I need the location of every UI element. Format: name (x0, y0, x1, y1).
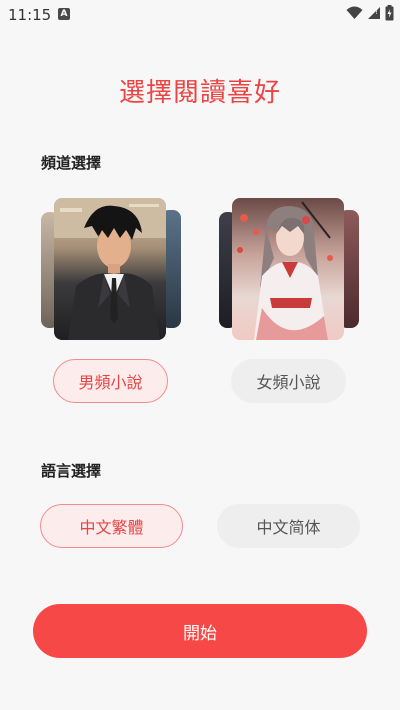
female-novel-label: 女頻小說 (256, 373, 321, 392)
battery-charging-icon (385, 5, 394, 21)
female-novel-cover (232, 198, 344, 340)
app-screen: 11:15 A ! 選擇閱讀喜好 頻道選擇 男頻小說 女頻小說 語言選擇 中文繁… (0, 0, 400, 710)
page-title: 選擇閱讀喜好 (118, 78, 281, 108)
male-novel-cover (54, 198, 166, 340)
simplified-chinese-option[interactable]: 中文简体 (217, 504, 360, 548)
male-novel-label: 男頻小說 (78, 373, 143, 392)
female-novel-option[interactable]: 女頻小說 (231, 359, 346, 403)
male-character-illustration (54, 198, 166, 340)
status-bar: 11:15 A ! (0, 0, 400, 30)
channel-section-label: 頻道選擇 (41, 154, 102, 172)
bottom-edge (0, 706, 400, 710)
male-novel-option[interactable]: 男頻小說 (53, 359, 168, 403)
notification-icon: A (58, 8, 70, 20)
male-cover-stack[interactable] (41, 198, 181, 340)
female-character-illustration (237, 201, 333, 340)
start-button[interactable]: 開始 (33, 604, 367, 658)
status-time: 11:15 (8, 6, 52, 24)
system-icons: ! (346, 5, 394, 21)
traditional-chinese-option[interactable]: 中文繁體 (40, 504, 183, 548)
svg-text:!: ! (375, 8, 378, 16)
traditional-chinese-label: 中文繁體 (79, 518, 144, 537)
start-button-label: 開始 (183, 623, 217, 644)
simplified-chinese-label: 中文简体 (256, 518, 321, 537)
female-cover-stack[interactable] (219, 198, 359, 340)
signal-icon: ! (368, 7, 380, 19)
wifi-icon (346, 6, 363, 19)
language-section-label: 語言選擇 (41, 462, 102, 480)
